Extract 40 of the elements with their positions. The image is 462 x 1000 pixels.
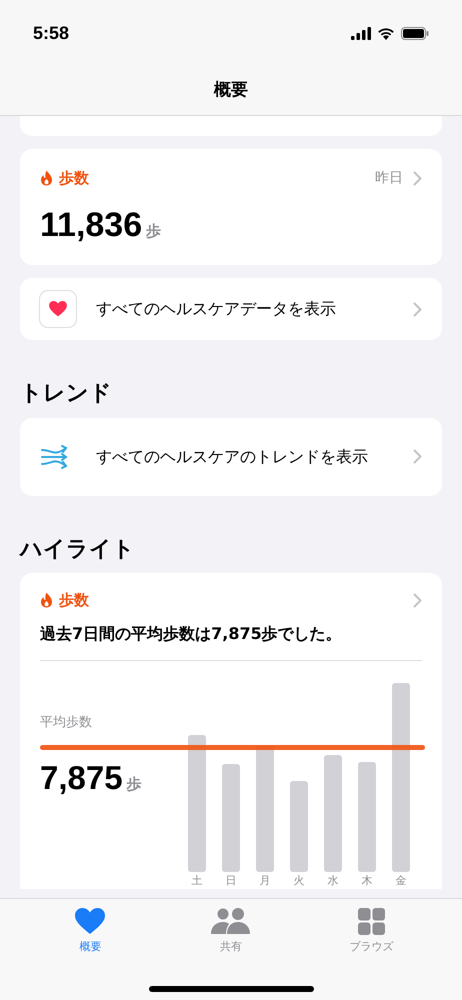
wifi-icon <box>377 26 395 40</box>
card-title: 歩数 <box>59 168 89 189</box>
average-label: 平均歩数 <box>40 714 92 732</box>
people-icon <box>210 908 251 934</box>
unit-label: 歩 <box>146 220 162 242</box>
row-label: すべてのヘルスケアデータを表示 <box>96 298 337 320</box>
card-title: 歩数 <box>59 590 89 611</box>
day-label: 土 <box>190 874 204 886</box>
app-icon <box>39 290 77 328</box>
grid-icon <box>358 908 386 934</box>
average-value: 7,875 <box>40 760 123 794</box>
day-label: 金 <box>394 874 408 886</box>
highlight-card[interactable]: 歩数 過去7日間の平均歩数は7,875歩でした。 平均歩数 7,875 歩 土 日 月 火 水 木 金 <box>20 573 442 889</box>
signal-icon <box>351 26 371 40</box>
tab-bar-item[interactable]: 概要 <box>35 907 146 956</box>
day-label: 水 <box>326 874 340 886</box>
heart-icon <box>75 908 106 934</box>
chevron-icon <box>413 592 422 608</box>
chevron-icon <box>413 449 422 464</box>
section-heading: ハイライト <box>20 536 136 563</box>
day-label: 木 <box>360 874 374 886</box>
trends-row[interactable]: すべてのヘルスケアのトレンドを表示 <box>20 418 442 496</box>
status-time: 5:58 <box>33 22 70 44</box>
chevron-icon <box>413 170 422 186</box>
all-data-row[interactable]: すべてのヘルスケアデータを表示 <box>20 278 442 340</box>
steps-card[interactable]: 歩数 昨日 11,836 歩 <box>20 149 442 265</box>
summary-text: 過去7日間の平均歩数は7,875歩でした。 <box>40 622 343 644</box>
day-label: 月 <box>258 874 272 886</box>
day-label: 日 <box>224 874 238 886</box>
flame-icon <box>40 592 53 608</box>
row-label: すべてのヘルスケアのトレンドを表示 <box>96 446 369 468</box>
flame-icon <box>40 170 53 186</box>
chevron-icon <box>413 302 422 316</box>
unit-label: 歩 <box>126 774 142 794</box>
date-label: 昨日 <box>375 168 403 188</box>
section-heading: トレンド <box>20 380 113 408</box>
battery-icon <box>401 26 429 40</box>
steps-value: 11,836 <box>40 208 142 242</box>
day-label: 火 <box>292 874 306 886</box>
nav-title: 概要 <box>214 78 248 102</box>
